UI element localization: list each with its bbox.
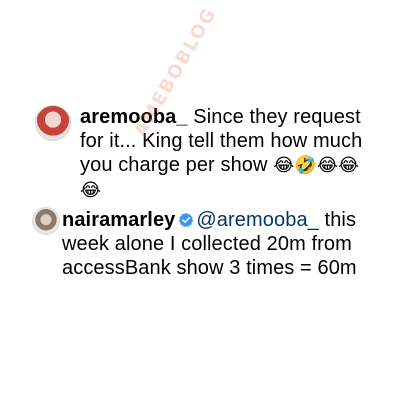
avatar[interactable] — [35, 105, 71, 141]
avatar[interactable] — [32, 207, 60, 235]
mention-link[interactable]: @aremooba_ — [196, 209, 318, 231]
comment-text: nairamarley @aremooba_ this week alone I … — [62, 208, 397, 280]
comment-text: aremooba_ Since they request for it... K… — [80, 105, 380, 203]
comment-username[interactable]: aremooba_ — [80, 106, 188, 128]
verified-badge-icon — [179, 212, 194, 228]
comment-username[interactable]: nairamarley — [62, 209, 175, 231]
